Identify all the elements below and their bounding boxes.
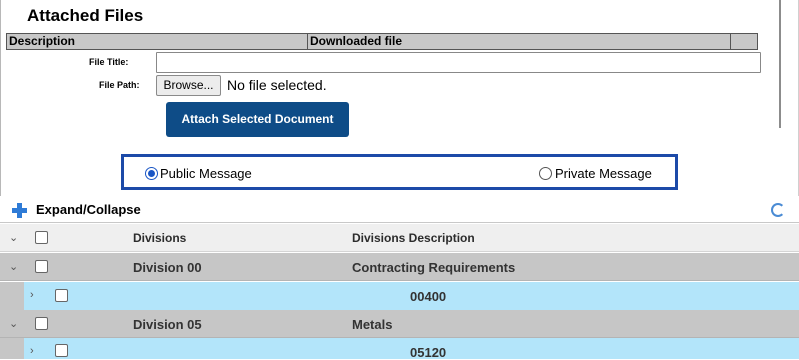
division-description: Contracting Requirements (352, 260, 516, 275)
column-downloaded-file: Downloaded file (308, 34, 731, 49)
chevron-down-icon[interactable]: ⌄ (9, 319, 18, 330)
row-gutter (0, 338, 24, 359)
file-title-label: File Title: (89, 57, 129, 67)
attach-selected-document-button[interactable]: Attach Selected Document (166, 102, 349, 137)
file-title-input[interactable] (156, 52, 761, 73)
section-title: Attached Files (27, 6, 144, 25)
detail-row[interactable]: › 00400 (0, 282, 799, 310)
section-number: 05120 (410, 345, 447, 360)
column-divisions-description[interactable]: Divisions Description (352, 231, 475, 245)
group-row[interactable]: ⌄ Division 05 Metals (0, 310, 799, 338)
expand-collapse-button[interactable]: Expand/Collapse (36, 202, 141, 217)
refresh-icon[interactable] (771, 203, 785, 217)
division-name: Division 00 (133, 260, 202, 275)
select-all-checkbox[interactable] (35, 231, 48, 244)
row-checkbox[interactable] (55, 289, 68, 302)
chevron-right-icon[interactable]: › (30, 346, 34, 357)
public-message-label[interactable]: Public Message (160, 166, 252, 181)
panel-scrollbar[interactable] (779, 0, 781, 128)
group-row[interactable]: ⌄ Division 00 Contracting Requirements (0, 253, 799, 281)
plus-icon[interactable] (12, 203, 27, 218)
message-visibility-group: Public Message Private Message (121, 154, 678, 190)
row-gutter (0, 282, 24, 310)
private-message-label[interactable]: Private Message (555, 166, 652, 181)
no-file-text: No file selected. (227, 77, 327, 93)
column-actions (731, 34, 757, 49)
private-message-radio[interactable] (539, 167, 552, 180)
file-path-label: File Path: (99, 80, 140, 90)
row-checkbox[interactable] (55, 344, 68, 357)
chevron-down-icon[interactable]: ⌄ (9, 262, 18, 273)
row-checkbox[interactable] (35, 260, 48, 273)
attached-files-panel: Attached Files Description Downloaded fi… (0, 0, 799, 196)
column-divisions[interactable]: Divisions (133, 231, 186, 245)
chevron-down-icon[interactable]: ⌄ (9, 233, 18, 244)
detail-row[interactable]: › 05120 (0, 338, 799, 360)
browse-button[interactable]: Browse... (156, 75, 221, 96)
files-table-header: Description Downloaded file (6, 33, 758, 50)
chevron-right-icon[interactable]: › (30, 290, 34, 301)
division-description: Metals (352, 317, 393, 332)
public-message-radio[interactable] (145, 167, 158, 180)
division-name: Division 05 (133, 317, 202, 332)
section-number: 00400 (410, 289, 447, 304)
column-description: Description (7, 34, 308, 49)
row-checkbox[interactable] (35, 317, 48, 330)
grid-header-row: ⌄ Divisions Divisions Description (0, 224, 799, 252)
